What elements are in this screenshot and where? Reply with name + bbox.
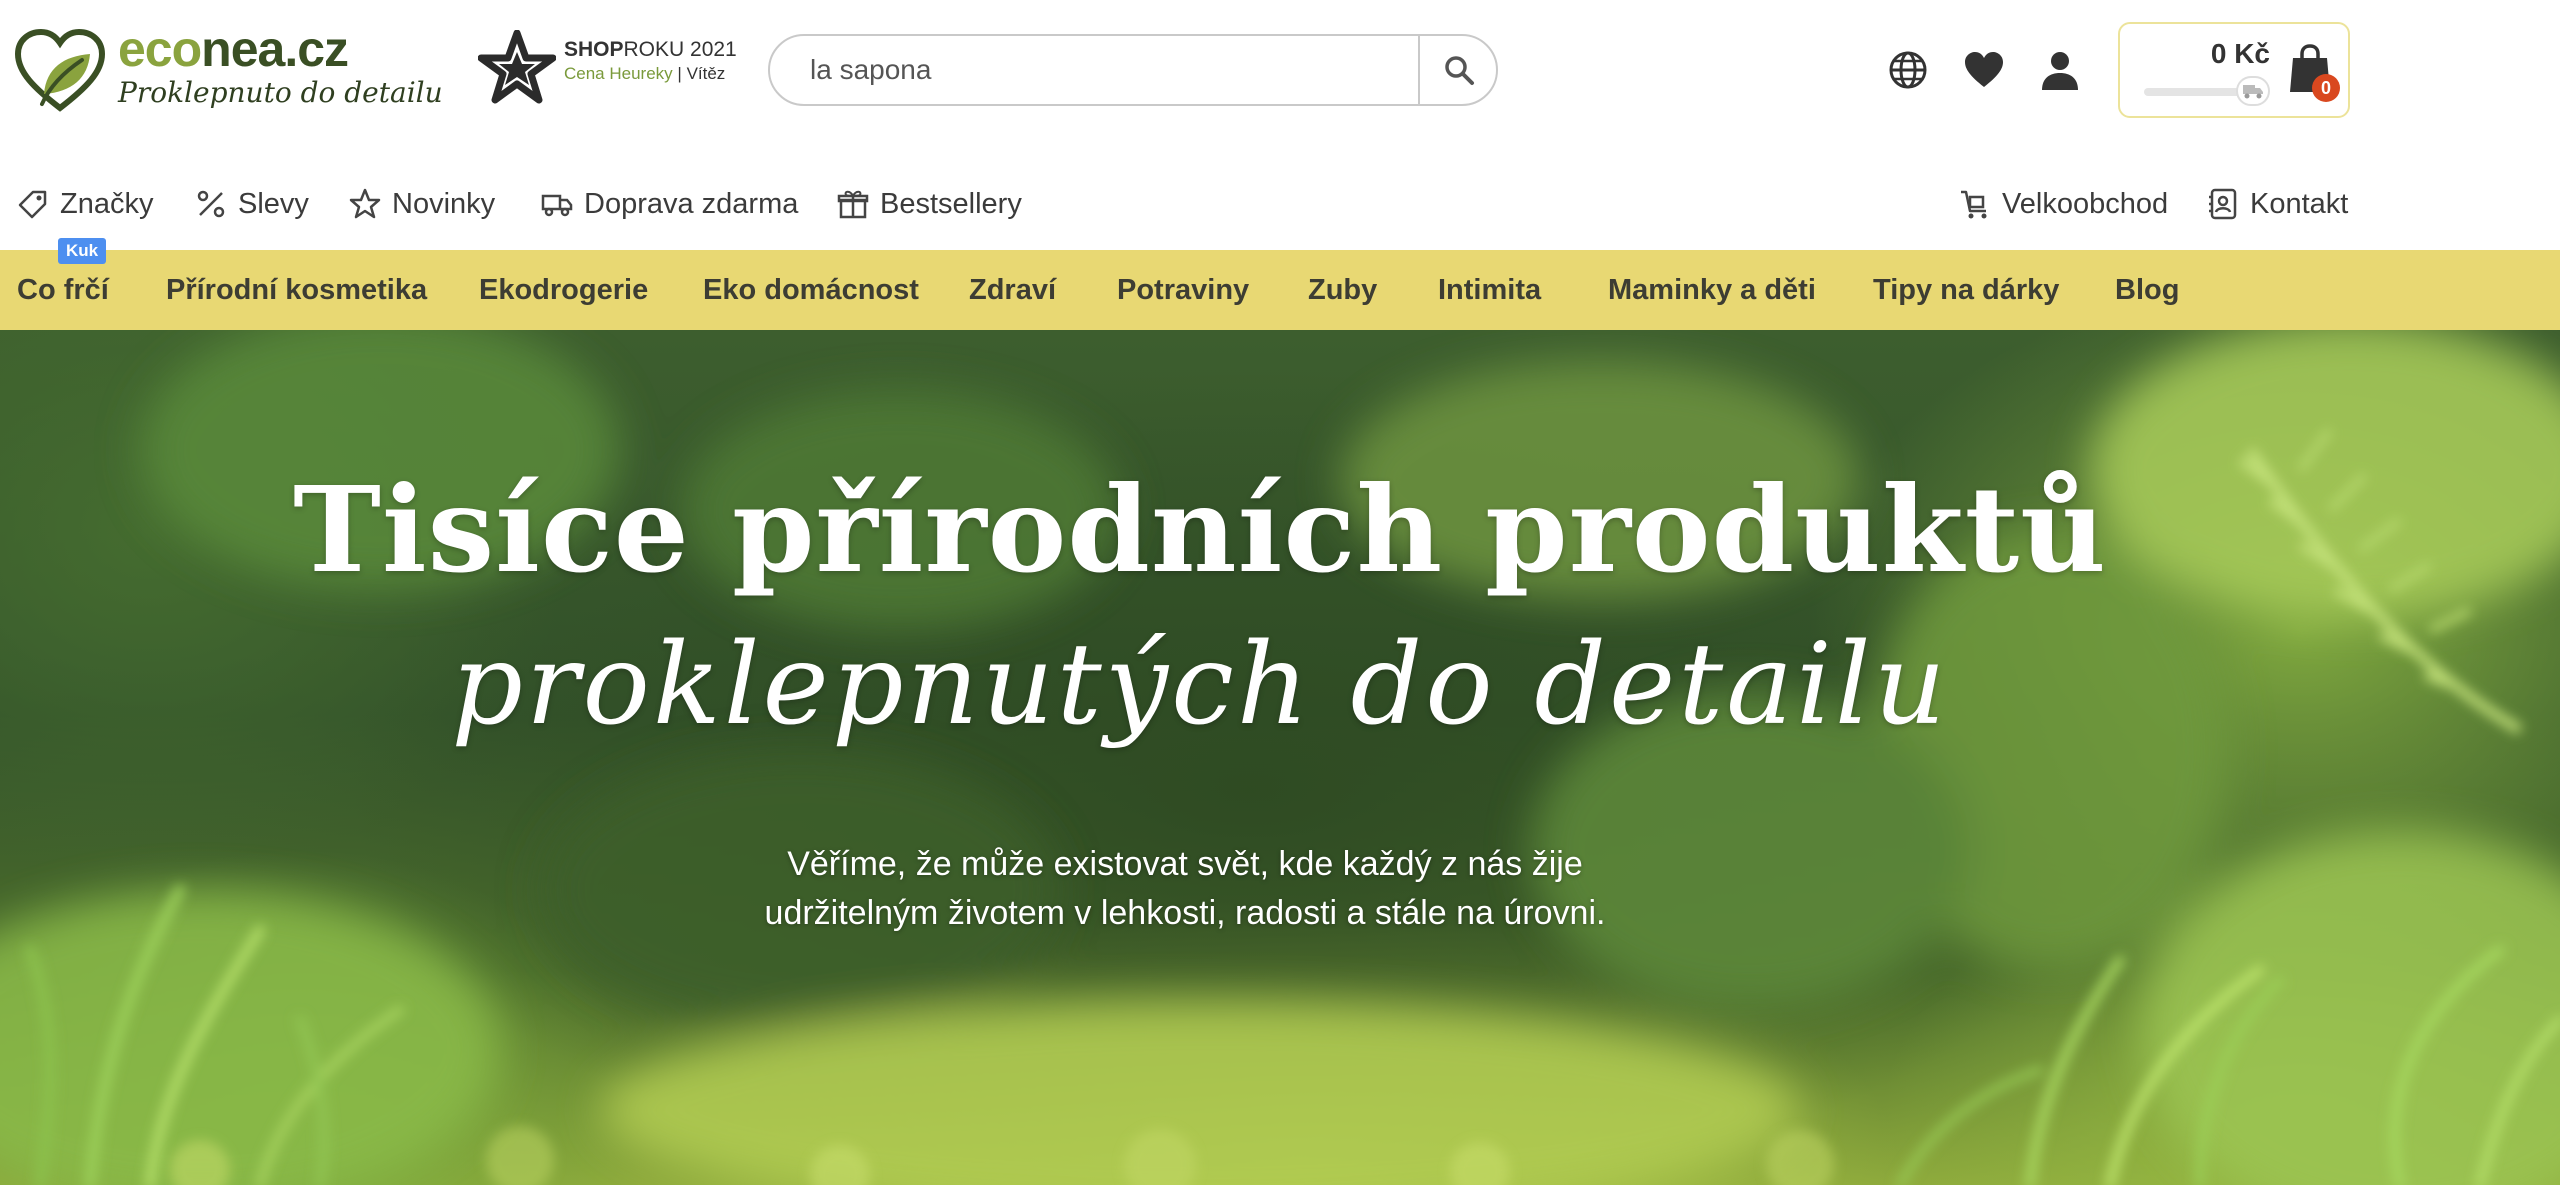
- account-button[interactable]: [2038, 48, 2082, 92]
- star-icon: [349, 188, 381, 219]
- hero-banner: Tisíce přírodních produktů proklepnutých…: [0, 330, 2560, 1185]
- menu-item-blog[interactable]: Blog: [2115, 250, 2179, 330]
- search-box: [768, 34, 1498, 106]
- subnav-label: Kontakt: [2250, 187, 2349, 220]
- category-menu: Co frčí Přírodní kosmetika Ekodrogerie E…: [0, 250, 2560, 330]
- truck-icon: [541, 194, 573, 217]
- menu-new-badge: Kuk: [58, 238, 107, 264]
- award-title: SHOPROKU 2021: [564, 38, 737, 61]
- search-button[interactable]: [1422, 36, 1496, 104]
- hero-description: Věříme, že může existovat svět, kde každ…: [0, 840, 2560, 938]
- subnav-label: Doprava zdarma: [584, 187, 799, 220]
- truck-icon: [2236, 76, 2270, 106]
- cart-price: 0 Kč: [2210, 38, 2270, 69]
- shop-of-year-award[interactable]: SHOPROKU 2021 Cena Heureky | Vítěz: [478, 30, 738, 110]
- secondary-nav: Značky Slevy Novinky Doprava zdarma Best…: [0, 176, 2560, 232]
- hero-description-line: Věříme, že může existovat svět, kde každ…: [787, 845, 1583, 883]
- percent-icon: [197, 190, 225, 218]
- tag-icon: [18, 190, 47, 219]
- menu-item-intimacy[interactable]: Intimita: [1438, 250, 1541, 330]
- cart-count-badge: 0: [2312, 74, 2340, 102]
- subnav-label: Slevy: [238, 187, 309, 220]
- subnav-label: Bestsellery: [880, 187, 1022, 220]
- subnav-label: Novinky: [392, 187, 496, 220]
- logo-link[interactable]: econea.cz Proklepnuto do detailu: [14, 21, 443, 116]
- wishlist-button[interactable]: [1962, 48, 2006, 92]
- menu-item-food[interactable]: Potraviny: [1117, 250, 1249, 330]
- hero-foliage-background: [0, 330, 2560, 1185]
- gift-icon: [837, 190, 869, 219]
- hero-description-line: udržitelným životem v lehkosti, radosti …: [764, 894, 1606, 932]
- menu-item-teeth[interactable]: Zuby: [1308, 250, 1377, 330]
- cart-icon: [1961, 190, 1987, 219]
- award-subtitle: Cena Heureky | Vítěz: [564, 64, 726, 83]
- subnav-label: Velkoobchod: [2002, 187, 2169, 220]
- user-icon: [2042, 52, 2078, 90]
- subnav-item-brands[interactable]: Značky: [16, 176, 153, 232]
- cart-button[interactable]: 0 Kč 0: [2118, 22, 2350, 118]
- contact-icon: [2209, 188, 2237, 220]
- search-icon: [1445, 56, 1474, 85]
- subnav-item-contact[interactable]: Kontakt: [2206, 176, 2348, 232]
- menu-item-gift-tips[interactable]: Tipy na dárky: [1873, 250, 2059, 330]
- subnav-label: Značky: [60, 187, 154, 220]
- subnav-item-free-shipping[interactable]: Doprava zdarma: [540, 176, 798, 232]
- menu-item-health[interactable]: Zdraví: [969, 250, 1056, 330]
- search-divider: [1418, 36, 1420, 104]
- search-input[interactable]: [810, 36, 1420, 104]
- menu-item-eco-drugstore[interactable]: Ekodrogerie: [479, 250, 648, 330]
- hero-title: Tisíce přírodních produktů: [293, 460, 2107, 599]
- subnav-item-bestsellers[interactable]: Bestsellery: [836, 176, 1022, 232]
- logo-tagline: Proklepnuto do detailu: [118, 76, 443, 109]
- heart-icon: [1965, 52, 2003, 87]
- language-button[interactable]: [1886, 48, 1930, 92]
- menu-item-eco-household[interactable]: Eko domácnost: [703, 250, 919, 330]
- menu-item-natural-cosmetics[interactable]: Přírodní kosmetika: [166, 250, 427, 330]
- globe-icon: [1889, 51, 1927, 89]
- site-header: econea.cz Proklepnuto do detailu SHOPROK…: [0, 0, 2560, 150]
- subnav-item-wholesale[interactable]: Velkoobchod: [1958, 176, 2168, 232]
- hero-script-subtitle: proklepnutých do detailu: [451, 620, 1949, 750]
- subnav-item-discounts[interactable]: Slevy: [194, 176, 309, 232]
- logo-wordmark: econea.cz: [118, 21, 349, 77]
- star-badge-icon: [478, 30, 556, 104]
- subnav-item-news[interactable]: Novinky: [348, 176, 495, 232]
- heart-leaf-logo-icon: [14, 28, 106, 112]
- menu-item-mothers-and-kids[interactable]: Maminky a děti: [1608, 250, 1816, 330]
